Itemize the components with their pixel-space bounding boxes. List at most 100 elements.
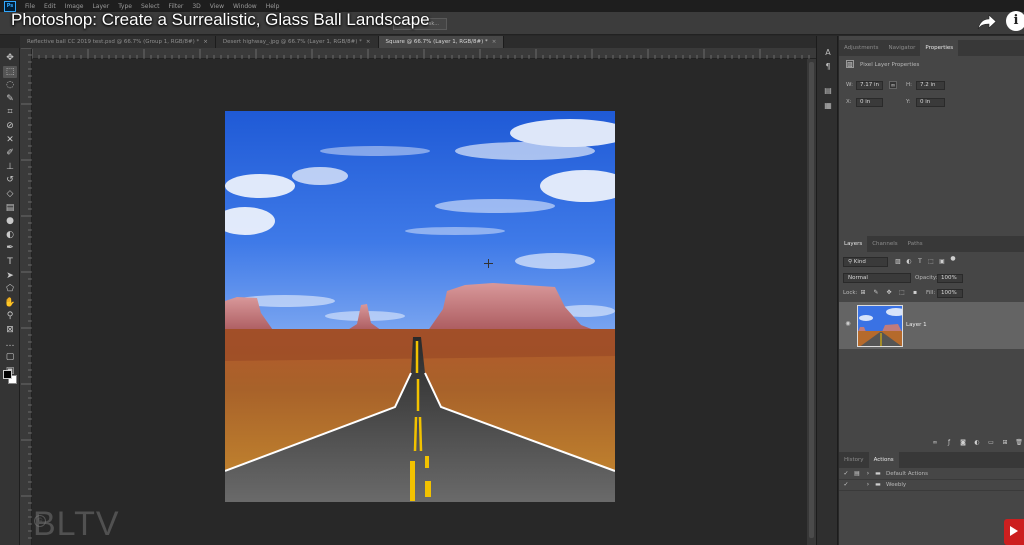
filter-type-icon[interactable]: T: [916, 258, 924, 266]
hand-tool[interactable]: ✋: [3, 297, 17, 309]
eyedropper-tool[interactable]: ⊘: [3, 120, 17, 132]
close-icon[interactable]: ×: [492, 39, 497, 45]
frame-tool[interactable]: ⊠: [3, 324, 17, 336]
add-mask-icon[interactable]: ◙: [959, 439, 967, 447]
vertical-ruler[interactable]: [20, 47, 32, 545]
tab-label: Square @ 66.7% (Layer 1, RGB/8#) *: [385, 39, 488, 45]
brush-tool[interactable]: ✐: [3, 147, 17, 159]
move-tool[interactable]: ✥: [3, 52, 17, 64]
menu-file[interactable]: File: [25, 3, 35, 10]
tab-properties[interactable]: Properties: [920, 40, 959, 56]
checkmark-icon[interactable]: ✓: [842, 481, 850, 489]
history-brush-tool[interactable]: ↺: [3, 174, 17, 186]
menu-view[interactable]: View: [210, 3, 224, 10]
filter-pixel-icon[interactable]: ▨: [894, 258, 902, 266]
marquee-tool[interactable]: ⬚: [3, 65, 17, 78]
more-tools[interactable]: …: [3, 338, 17, 350]
properties-panel-icon[interactable]: ▦: [822, 101, 834, 111]
zoom-tool[interactable]: ⚲: [3, 310, 17, 322]
tab-reflective-ball[interactable]: Reflective ball CC 2019 test.psd @ 66.7%…: [20, 36, 216, 48]
dialog-toggle-icon[interactable]: ▤: [853, 470, 861, 478]
action-set-row[interactable]: ✓ ▤ › ▬ Default Actions: [839, 469, 1024, 480]
pen-tool[interactable]: ✒: [3, 242, 17, 254]
adjustment-layer-icon[interactable]: ◐: [973, 439, 981, 447]
libraries-panel-icon[interactable]: ▤: [822, 86, 834, 96]
path-select-tool[interactable]: ➤: [3, 270, 17, 282]
opacity-field[interactable]: 100%: [937, 274, 963, 283]
tab-channels[interactable]: Channels: [867, 236, 902, 252]
type-tool[interactable]: T: [3, 256, 17, 268]
tab-adjustments[interactable]: Adjustments: [839, 40, 883, 56]
menu-help[interactable]: Help: [266, 3, 280, 10]
menu-image[interactable]: Image: [65, 3, 84, 10]
stamp-icon: ⊥: [6, 161, 14, 172]
width-field[interactable]: 7.17 in: [856, 81, 883, 90]
menu-filter[interactable]: Filter: [169, 3, 184, 10]
lock-artboard-icon[interactable]: ⬚: [898, 289, 906, 297]
blur-tool[interactable]: ●: [3, 215, 17, 227]
tab-desert-highway[interactable]: Desert highway_.jpg @ 66.7% (Layer 1, RG…: [215, 36, 379, 48]
filter-shape-icon[interactable]: ⬚: [927, 258, 935, 266]
y-field[interactable]: 0 in: [916, 98, 945, 107]
tab-layers[interactable]: Layers: [839, 236, 868, 252]
filter-toggle-icon[interactable]: ●: [949, 255, 957, 263]
layer-row[interactable]: ◉ Layer 1: [839, 302, 1024, 349]
tab-paths[interactable]: Paths: [903, 236, 928, 252]
menu-layer[interactable]: Layer: [92, 3, 109, 10]
menu-select[interactable]: Select: [141, 3, 160, 10]
clone-stamp-tool[interactable]: ⊥: [3, 161, 17, 173]
eraser-tool[interactable]: ◇: [3, 188, 17, 200]
lock-transparent-icon[interactable]: ⊞: [859, 289, 867, 297]
quick-mask[interactable]: ▢: [3, 351, 17, 363]
x-field[interactable]: 0 in: [856, 98, 883, 107]
close-icon[interactable]: ×: [366, 39, 371, 45]
dodge-tool[interactable]: ◐: [3, 229, 17, 241]
checkmark-icon[interactable]: ✓: [842, 470, 850, 478]
crop-tool[interactable]: ⌗: [3, 106, 17, 118]
visibility-eye-icon[interactable]: ◉: [844, 320, 852, 328]
blend-mode-dropdown[interactable]: Normal: [843, 273, 911, 283]
action-set-row[interactable]: ✓ › ▬ Weebly: [839, 480, 1024, 491]
lock-all-icon[interactable]: ▪: [911, 289, 919, 297]
chevron-right-icon[interactable]: ›: [864, 481, 872, 489]
layer-style-icon[interactable]: ƒ: [945, 439, 953, 447]
ruler-ticks: [31, 49, 810, 59]
chevron-right-icon[interactable]: ›: [864, 470, 872, 478]
filter-adjustment-icon[interactable]: ◐: [905, 258, 913, 266]
tab-actions[interactable]: Actions: [868, 452, 899, 468]
subscribe-button[interactable]: [1004, 519, 1024, 545]
type-icon: T: [7, 257, 13, 267]
horizontal-ruler[interactable]: [31, 48, 816, 59]
character-panel-icon[interactable]: A: [822, 48, 834, 58]
document-image-desert-highway[interactable]: [225, 111, 615, 502]
lasso-tool[interactable]: ◌: [3, 79, 17, 91]
new-group-icon[interactable]: ▭: [987, 439, 995, 447]
lock-position-icon[interactable]: ✥: [885, 289, 893, 297]
height-field[interactable]: 7.2 in: [916, 81, 945, 90]
paragraph-panel-icon[interactable]: ¶: [822, 62, 834, 72]
fill-field[interactable]: 100%: [937, 289, 963, 298]
tab-navigator[interactable]: Navigator: [883, 40, 920, 56]
menu-type[interactable]: Type: [118, 3, 132, 10]
close-icon[interactable]: ×: [203, 39, 208, 45]
menu-edit[interactable]: Edit: [44, 3, 56, 10]
quick-select-tool[interactable]: ✎: [3, 93, 17, 105]
filter-smart-object-icon[interactable]: ▣: [938, 258, 946, 266]
link-layers-icon[interactable]: ∞: [931, 439, 939, 447]
link-icon[interactable]: ∞: [889, 81, 897, 89]
shape-tool[interactable]: ⬠: [3, 283, 17, 295]
share-icon[interactable]: [976, 12, 998, 32]
layer-filter-dropdown[interactable]: ⚲ Kind: [843, 257, 888, 267]
new-layer-icon[interactable]: ⊞: [1001, 439, 1009, 447]
delete-layer-icon[interactable]: 🗑: [1015, 439, 1023, 447]
menu-window[interactable]: Window: [233, 3, 257, 10]
tab-history[interactable]: History: [839, 452, 869, 468]
lock-image-icon[interactable]: ✎: [872, 289, 880, 297]
healing-tool[interactable]: ✕: [3, 134, 17, 146]
info-icon[interactable]: i: [1006, 11, 1024, 31]
scrollbar-thumb[interactable]: [809, 62, 814, 538]
tab-square[interactable]: Square @ 66.7% (Layer 1, RGB/8#) * ×: [378, 36, 505, 48]
menu-3d[interactable]: 3D: [192, 3, 200, 10]
gradient-tool[interactable]: ▤: [3, 202, 17, 214]
foreground-color-swatch[interactable]: [3, 370, 12, 379]
